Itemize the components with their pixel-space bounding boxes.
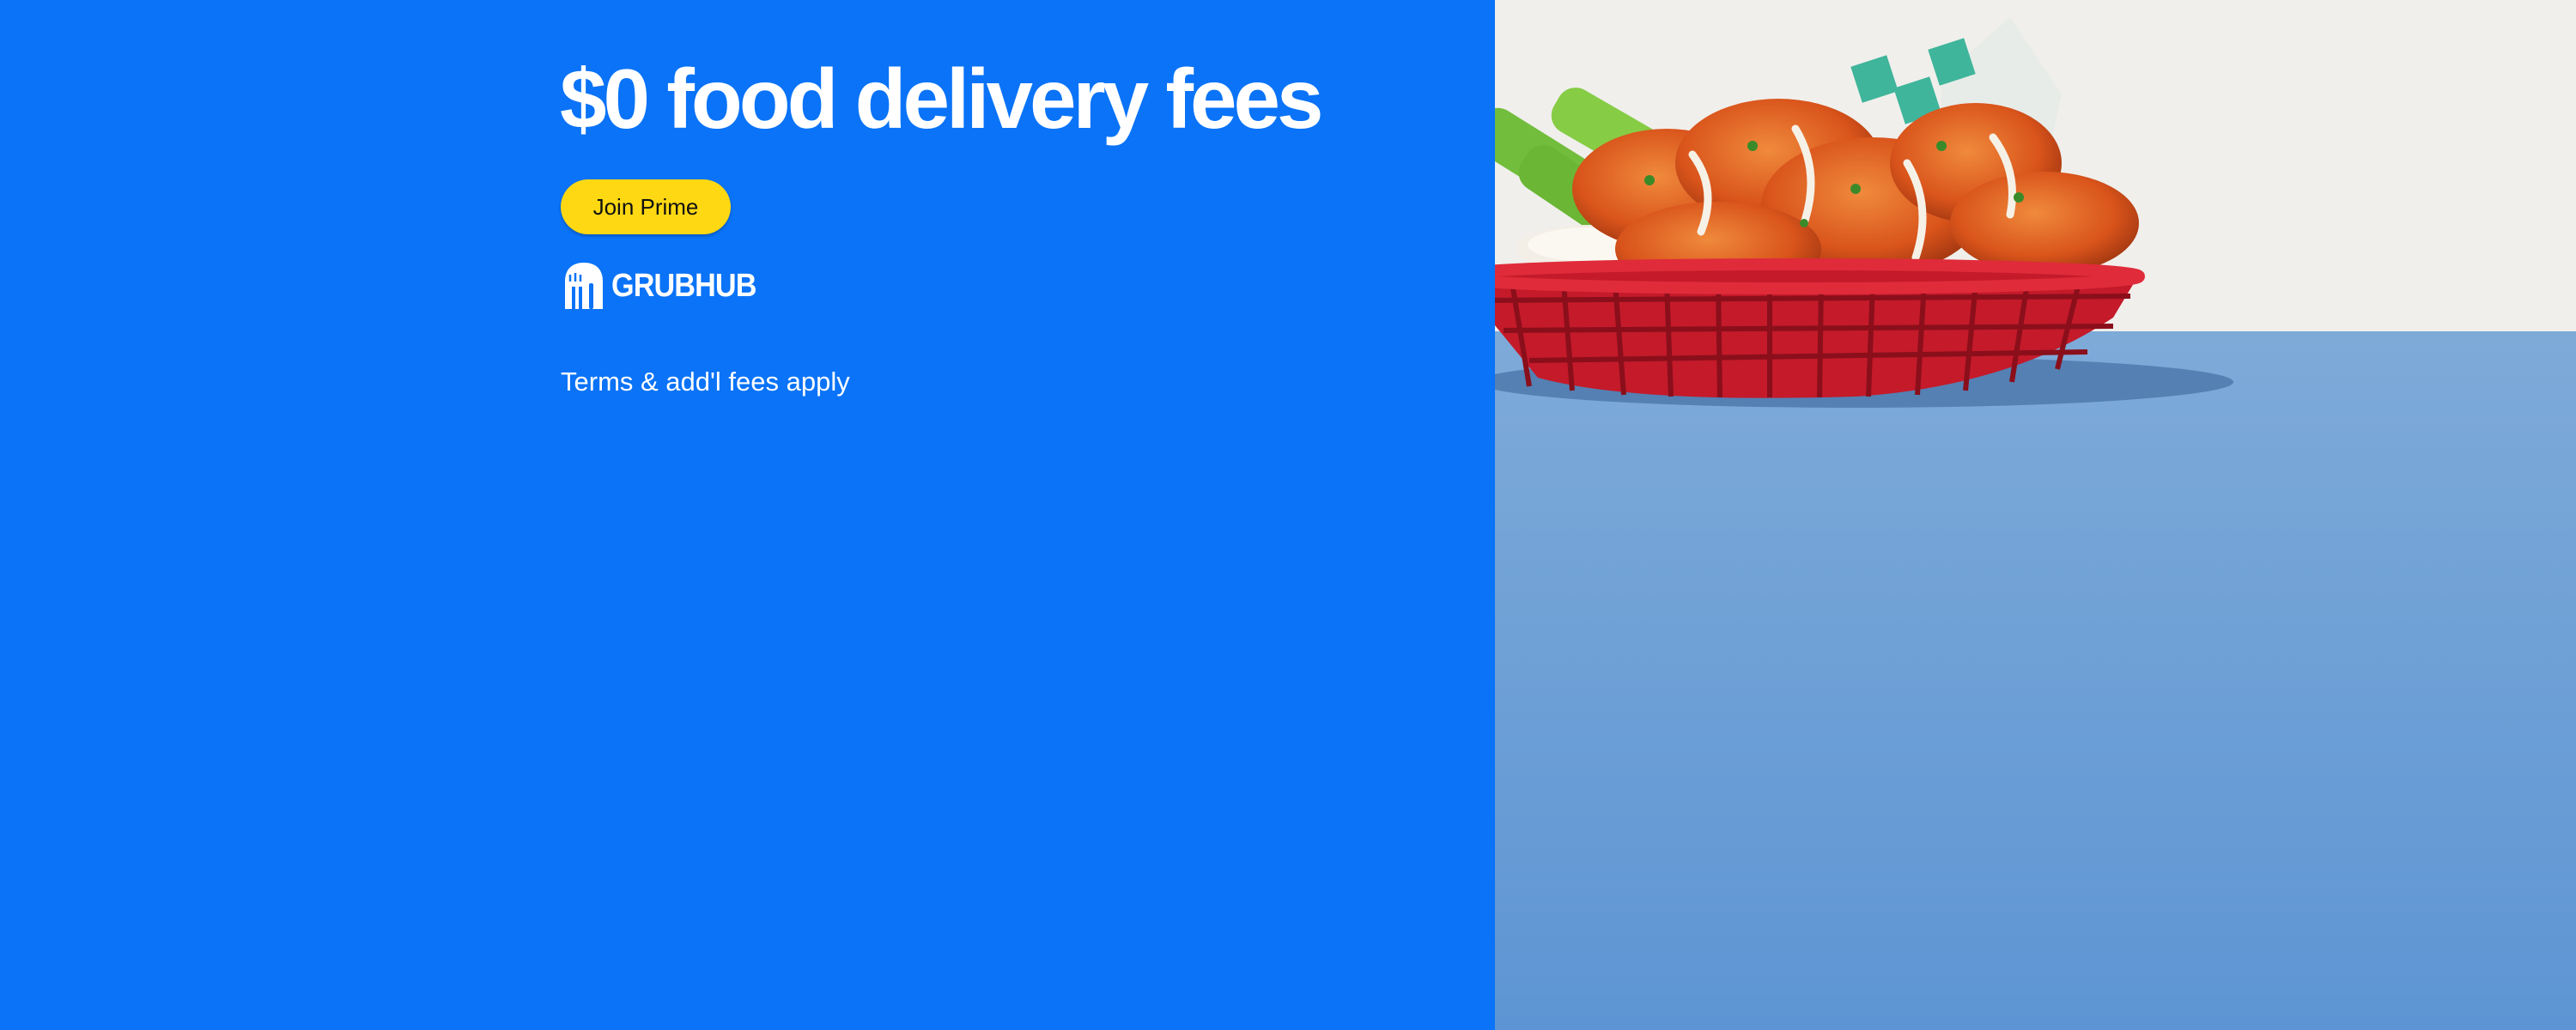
grubhub-wordmark: GRUBHUB — [611, 267, 756, 304]
grubhub-bag-icon — [565, 263, 603, 309]
wings-basket-photo — [1495, 0, 2576, 1030]
terms-link[interactable]: Terms & add'l fees apply — [561, 367, 850, 397]
promo-headline: $0 food delivery fees — [560, 52, 1324, 146]
grubhub-logo: GRUBHUB — [562, 261, 772, 311]
promo-banner: $0 food delivery fees Join Prime GRUBHUB… — [0, 0, 2576, 1030]
table-surface — [1495, 331, 2576, 1030]
join-prime-button[interactable]: Join Prime — [561, 179, 731, 234]
promo-panel: $0 food delivery fees Join Prime GRUBHUB… — [0, 0, 1495, 1030]
